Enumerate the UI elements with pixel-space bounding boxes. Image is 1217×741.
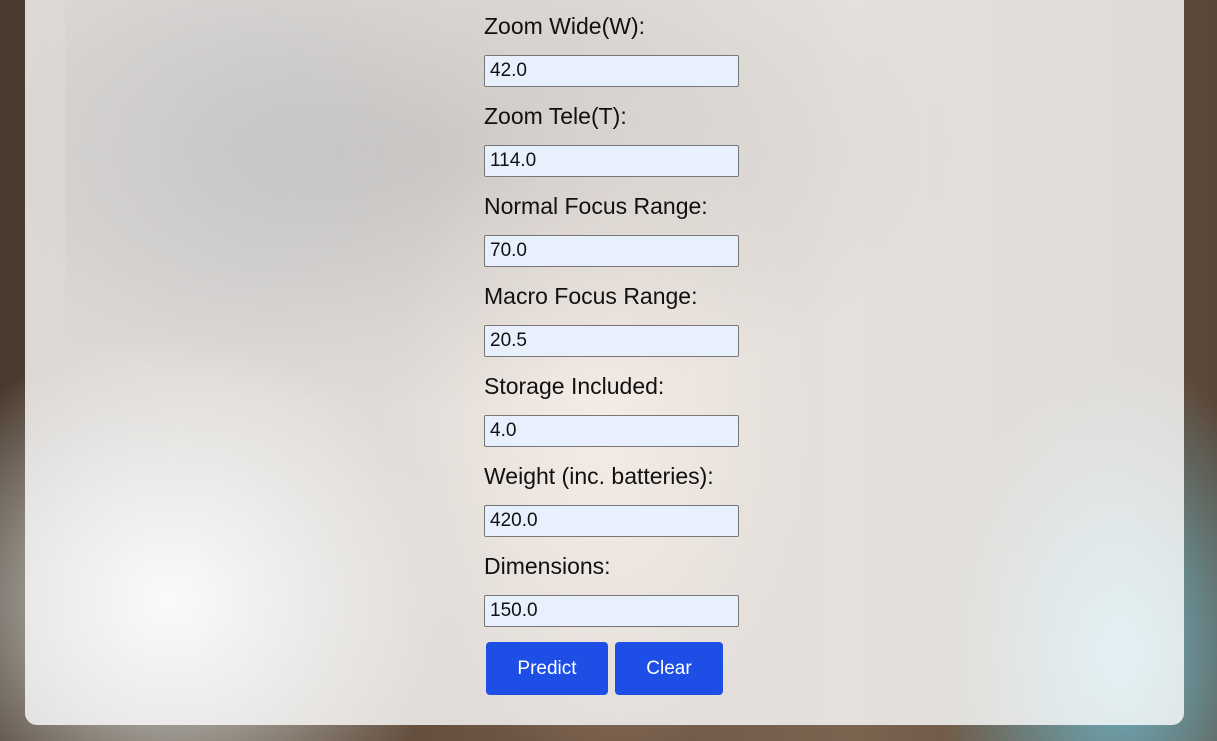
normal-focus-range-input[interactable] — [484, 235, 739, 267]
storage-included-label: Storage Included: — [484, 373, 665, 399]
macro-focus-range-label: Macro Focus Range: — [484, 283, 698, 309]
dimensions-input[interactable] — [484, 595, 739, 627]
macro-focus-range-input[interactable] — [484, 325, 739, 357]
dimensions-label: Dimensions: — [484, 553, 611, 579]
clear-button[interactable]: Clear — [615, 642, 723, 695]
predict-button[interactable]: Predict — [486, 642, 608, 695]
storage-included-input[interactable] — [484, 415, 739, 447]
weight-input[interactable] — [484, 505, 739, 537]
zoom-wide-label: Zoom Wide(W): — [484, 13, 645, 39]
zoom-tele-label: Zoom Tele(T): — [484, 103, 627, 129]
weight-label: Weight (inc. batteries): — [484, 463, 714, 489]
normal-focus-range-label: Normal Focus Range: — [484, 193, 708, 219]
zoom-wide-input[interactable] — [484, 55, 739, 87]
zoom-tele-input[interactable] — [484, 145, 739, 177]
